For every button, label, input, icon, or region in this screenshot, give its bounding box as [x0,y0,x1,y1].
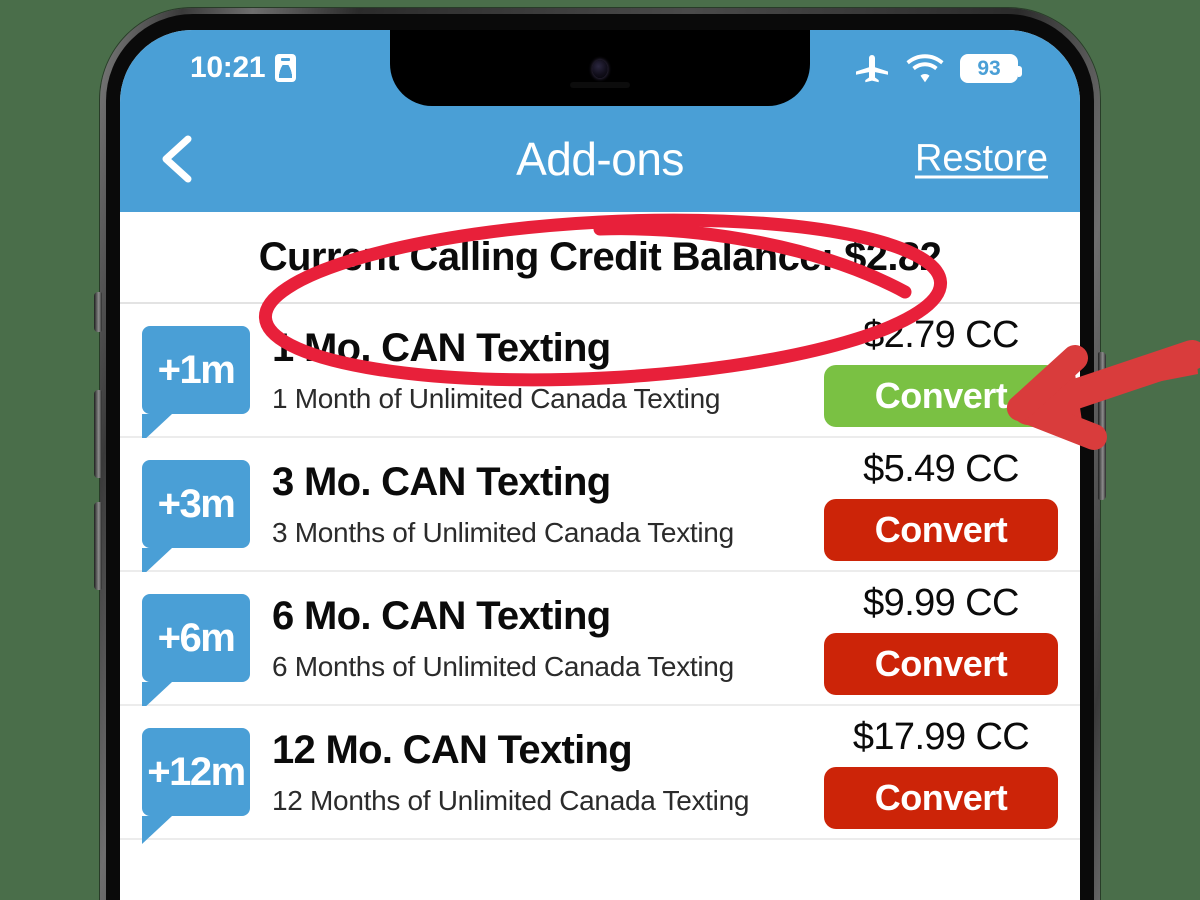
addon-list[interactable]: +1m 1 Mo. CAN Texting 1 Month of Unlimited… [120,304,1080,900]
addon-row[interactable]: +1m 1 Mo. CAN Texting 1 Month of Unlimited… [120,304,1080,442]
addon-price: $17.99 CC [852,715,1030,758]
airplane-mode-icon [856,55,888,83]
addon-row[interactable]: +12m 12 Mo. CAN Texting 12 Months of Unlim… [120,706,1080,844]
back-chevron-icon[interactable] [150,132,204,186]
addon-price: $5.49 CC [863,447,1019,490]
addon-badge-label: +3m [157,481,236,526]
addon-title: 3 Mo. CAN Texting [272,459,611,504]
addon-badge-icon: +1m [142,326,250,442]
addon-text-block: 3 Mo. CAN Texting 3 Months of Unlimited C… [272,460,824,549]
addon-title: 12 Mo. CAN Texting [272,727,633,772]
addon-badge-label: +6m [157,615,236,660]
addon-price: $2.79 CC [863,313,1019,356]
addon-title: 1 Mo. CAN Texting [272,325,611,370]
addon-row[interactable]: +3m 3 Mo. CAN Texting 3 Months of Unlimite… [120,438,1080,576]
status-bar-right: 93 [854,52,1022,84]
addon-badge-icon: +12m [142,728,250,844]
addon-text-block: 1 Mo. CAN Texting 1 Month of Unlimited Ca… [272,326,824,415]
convert-button[interactable]: Convert [824,498,1058,561]
earpiece-speaker [570,82,630,88]
convert-button[interactable]: Convert [824,632,1058,695]
id-card-icon [275,54,297,82]
phone-device-frame: 10:21 93 Add-ons Restore Current Calling… [100,8,1100,900]
restore-button[interactable]: Restore [915,138,1048,181]
addon-badge-icon: +3m [142,460,250,576]
status-bar-left: 10:21 [190,51,297,85]
status-time: 10:21 [190,51,266,84]
addon-text-block: 6 Mo. CAN Texting 6 Months of Unlimited C… [272,594,824,683]
addon-text-block: 12 Mo. CAN Texting 12 Months of Unlimited… [272,728,824,817]
battery-indicator: 93 [960,53,1022,83]
phone-notch [390,30,810,106]
addon-row[interactable]: +6m 6 Mo. CAN Texting 6 Months of Unlimite… [120,572,1080,710]
calling-credit-balance-text: Current Calling Credit Balance: $2.82 [258,234,942,279]
convert-button[interactable]: Convert [824,766,1058,829]
addon-subtitle: 12 Months of Unlimited Canada Texting [272,784,750,816]
convert-button[interactable]: Convert [824,364,1058,427]
addon-title: 6 Mo. CAN Texting [272,593,611,638]
addon-action-block: $2.79 CC Convert [824,314,1058,427]
wifi-icon [906,54,944,83]
silent-switch-button[interactable] [94,292,102,332]
power-button[interactable] [1098,352,1106,500]
phone-bezel: 10:21 93 Add-ons Restore Current Calling… [106,14,1094,900]
addon-badge-label: +1m [157,347,236,392]
addon-action-block: $17.99 CC Convert [824,716,1058,829]
addon-badge-icon: +6m [142,594,250,710]
addon-action-block: $9.99 CC Convert [824,582,1058,695]
addon-subtitle: 3 Months of Unlimited Canada Texting [272,516,734,548]
battery-level: 93 [977,56,1001,80]
addon-subtitle: 6 Months of Unlimited Canada Texting [272,650,734,682]
front-camera-icon [592,60,608,78]
addon-subtitle: 1 Month of Unlimited Canada Texting [272,382,721,414]
volume-up-button[interactable] [94,390,102,478]
volume-down-button[interactable] [94,502,102,590]
addon-action-block: $5.49 CC Convert [824,448,1058,561]
navigation-bar: Add-ons Restore [120,106,1080,212]
addon-price: $9.99 CC [863,581,1019,624]
balance-bar: Current Calling Credit Balance: $2.82 [120,212,1080,304]
phone-screen: 10:21 93 Add-ons Restore Current Calling… [120,30,1080,900]
addon-badge-label: +12m [147,749,246,794]
